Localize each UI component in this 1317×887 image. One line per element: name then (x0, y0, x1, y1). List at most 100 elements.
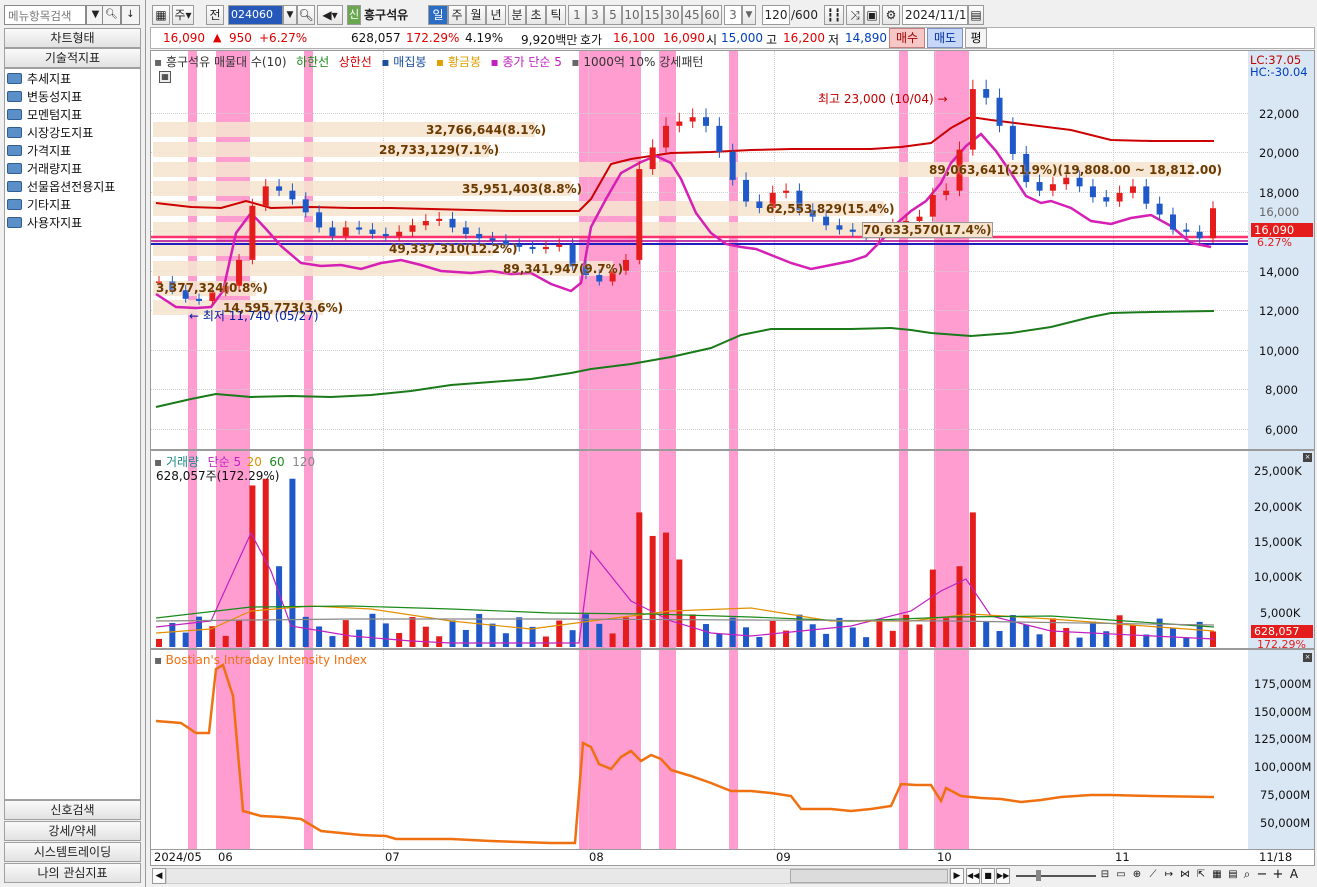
pattern-icon[interactable]: ⋈ (1178, 869, 1192, 883)
zoom-slider-track[interactable] (1016, 875, 1096, 877)
signal-search-tab[interactable]: 신호검색 (4, 800, 141, 820)
arrow-icon[interactable]: ⇱ (1194, 869, 1208, 883)
chart-area[interactable]: 32,766,644(8.1%) 28,733,129(7.1%) 35,951… (150, 50, 1315, 866)
search-icon[interactable]: 🔍︎ (297, 5, 315, 25)
scroll-right-icon[interactable]: ▶ (950, 868, 964, 884)
y-tick: 175,000M (1254, 677, 1312, 691)
menu-search-input[interactable]: 메뉴항목검색 (4, 5, 86, 25)
crosshair-icon[interactable]: ⊕ (1130, 869, 1144, 883)
period-tab-month[interactable]: 월 (466, 5, 486, 25)
table-icon[interactable]: ▦ (159, 71, 171, 83)
evaluation-button[interactable]: 평 (965, 28, 987, 48)
y-tick: 8,000 (1265, 383, 1298, 397)
volume-bar (649, 535, 656, 647)
legend-item[interactable]: 하한선 (296, 55, 329, 69)
line-tool-icon[interactable]: ⤨ (846, 5, 864, 25)
fast-forward-icon[interactable]: ▶▶ (996, 868, 1010, 884)
legend-item[interactable]: ▪ 황금봉 (436, 55, 481, 69)
bostian-legend[interactable]: ▪ Bostian's Intraday Intensity Index (154, 653, 367, 667)
tree-item-user[interactable]: 사용자지표 (7, 214, 82, 232)
gear-icon[interactable]: ⚙ (882, 5, 900, 25)
minute-option-30[interactable]: 30 (662, 5, 682, 25)
grid-icon[interactable]: ▦ (1210, 869, 1224, 883)
close-panel-icon[interactable]: × (1303, 453, 1312, 462)
zoom-slider-thumb[interactable] (1036, 870, 1041, 881)
period-tab-day[interactable]: 일 (428, 5, 448, 25)
stock-code-input[interactable]: 024060 (228, 5, 283, 25)
system-trading-tab[interactable]: 시스템트레이딩 (4, 842, 141, 862)
buy-button[interactable]: 매수 (889, 28, 925, 48)
zoom-in-icon[interactable]: + (1271, 867, 1285, 883)
date-input[interactable]: 2024/11/18 (902, 5, 968, 25)
candle-type-icon[interactable]: ┇┇ (824, 5, 844, 25)
drawing-icon[interactable]: ▭ (1114, 869, 1128, 883)
tree-item-price[interactable]: 가격지표 (7, 142, 71, 160)
legend-item[interactable]: ▪ 종가 단순 5 (491, 55, 562, 69)
tree-item-volatility[interactable]: 변동성지표 (7, 88, 82, 106)
legend-item[interactable]: ▪ 흥구석유 매물대 수(10) (154, 55, 287, 69)
save-icon[interactable]: ▣ (864, 5, 880, 25)
volume-bar (863, 637, 870, 647)
sound-icon[interactable]: ◀▾ (317, 5, 343, 25)
display-count-input[interactable]: 120 (762, 5, 790, 25)
minute-option-60[interactable]: 60 (702, 5, 722, 25)
volume-bar (1076, 637, 1083, 647)
period-tab-week[interactable]: 주 (448, 5, 466, 25)
legend-item[interactable]: ▪ 매집봉 (381, 55, 426, 69)
sell-button[interactable]: 매도 (927, 28, 963, 48)
interval-input[interactable]: 3 (724, 5, 742, 25)
bull-bear-tab[interactable]: 강세/약세 (4, 821, 141, 841)
stop-icon[interactable]: ■ (981, 868, 995, 884)
minute-option-15[interactable]: 15 (642, 5, 662, 25)
tree-item-volume[interactable]: 거래량지표 (7, 160, 82, 178)
folder-icon (7, 73, 22, 84)
tree-item-other[interactable]: 기타지표 (7, 196, 71, 214)
code-dropdown-icon[interactable]: ▼ (283, 5, 297, 25)
zoom-out-icon[interactable]: − (1255, 867, 1269, 883)
market-type-select[interactable]: 주▾ (172, 5, 194, 25)
volume-bar (329, 636, 336, 647)
my-favorite-indicators-tab[interactable]: 나의 관심지표 (4, 863, 141, 883)
legend-item[interactable]: 상한선 (339, 55, 372, 69)
zoom-icon[interactable]: ⌕ (1240, 867, 1254, 883)
period-tab-minute[interactable]: 분 (508, 5, 526, 25)
scroll-left-icon[interactable]: ◀ (152, 868, 166, 884)
minute-option-10[interactable]: 10 (622, 5, 642, 25)
trend-line-icon[interactable]: ⟋ (1146, 869, 1160, 883)
calendar-icon[interactable]: ▤ (968, 5, 984, 25)
chart-type-header[interactable]: 차트형태 (4, 28, 141, 48)
minute-option-5[interactable]: 5 (604, 5, 622, 25)
y-tick: 10,000K (1254, 570, 1302, 584)
candle-body (783, 190, 790, 193)
minute-option-1[interactable]: 1 (568, 5, 586, 25)
period-tab-year[interactable]: 년 (486, 5, 506, 25)
download-arrow-icon[interactable]: ↓ (121, 5, 140, 25)
price-change-pct: +6.27% (259, 31, 308, 45)
chart-icon[interactable]: ⊟ (1098, 869, 1112, 883)
chart-settings-icon[interactable]: ▦ (152, 5, 170, 25)
tree-item-momentum[interactable]: 모멘텀지표 (7, 106, 82, 124)
minute-option-3[interactable]: 3 (586, 5, 604, 25)
volume-bar (849, 627, 856, 647)
legend-item[interactable]: ▪ 1000억 10% 강세패턴 (571, 55, 703, 69)
close-panel-icon[interactable]: × (1303, 653, 1312, 662)
technical-indicator-header[interactable]: 기술적지표 (4, 48, 141, 68)
tree-item-futures-options[interactable]: 선물옵션전용지표 (7, 178, 115, 196)
table-icon[interactable]: ▤ (1226, 869, 1240, 883)
candle-body (302, 199, 309, 213)
volume-profile-label: 28,733,129(7.1%) (379, 143, 500, 157)
interval-dropdown-icon[interactable]: ▼ (742, 5, 756, 25)
period-tab-second[interactable]: 초 (526, 5, 546, 25)
ruler-icon[interactable]: ↦ (1162, 869, 1176, 883)
tree-item-trend[interactable]: 추세지표 (7, 70, 71, 88)
legend-text: 황금봉 (447, 55, 481, 69)
search-icon[interactable]: 🔍︎ (102, 5, 121, 25)
minute-option-45[interactable]: 45 (682, 5, 702, 25)
prev-button[interactable]: 전 (206, 5, 224, 25)
tree-item-market-strength[interactable]: 시장강도지표 (7, 124, 93, 142)
rewind-icon[interactable]: ◀◀ (966, 868, 980, 884)
legend-item[interactable]: 120 (292, 455, 315, 469)
font-size-icon[interactable]: A (1287, 867, 1301, 883)
scrollbar-thumb[interactable] (790, 869, 948, 883)
period-tab-tick[interactable]: 틱 (546, 5, 566, 25)
